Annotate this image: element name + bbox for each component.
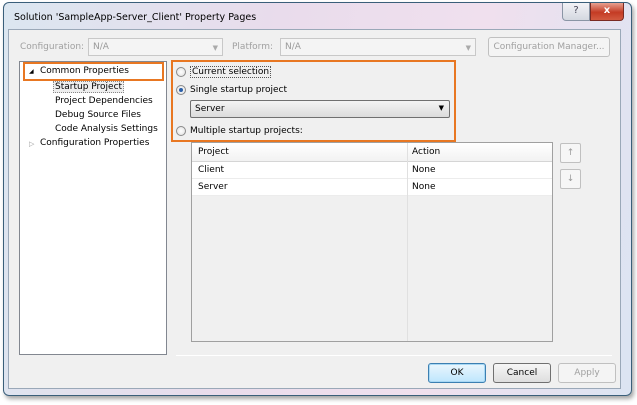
cancel-button[interactable]: Cancel — [493, 363, 551, 383]
single-startup-label: Single startup project — [190, 85, 288, 95]
single-startup-dropdown[interactable]: Server ▼ — [190, 100, 450, 118]
radio-selected-icon — [176, 85, 186, 95]
radio-icon — [176, 67, 186, 77]
ok-button[interactable]: OK — [428, 363, 486, 383]
platform-combo[interactable]: N/A ▼ — [280, 38, 476, 56]
startup-projects-table: Project Action Client None Server None — [191, 142, 553, 342]
configuration-label: Configuration: — [20, 42, 85, 52]
collapsed-triangle-icon[interactable]: ▷ — [29, 140, 34, 148]
tree-item-debug-source-files[interactable]: Debug Source Files — [55, 110, 141, 120]
single-startup-value: Server — [195, 104, 225, 114]
chevron-down-icon: ▼ — [212, 44, 218, 52]
chevron-down-icon: ▼ — [438, 104, 444, 112]
tree-item-code-analysis-settings[interactable]: Code Analysis Settings — [55, 124, 158, 134]
tree-item-configuration-properties[interactable]: Configuration Properties — [40, 138, 149, 148]
configuration-combo[interactable]: N/A ▼ — [88, 38, 223, 56]
platform-value: N/A — [285, 42, 301, 52]
help-button[interactable]: ? — [562, 3, 590, 21]
apply-button[interactable]: Apply — [558, 363, 616, 383]
radio-icon — [176, 126, 186, 136]
move-up-button[interactable]: ↑ — [560, 143, 581, 163]
expanded-triangle-icon[interactable]: ◢ — [29, 68, 34, 75]
current-selection-radio[interactable]: Current selection — [176, 66, 272, 78]
tree-item-project-dependencies[interactable]: Project Dependencies — [55, 96, 153, 106]
action-cell[interactable]: None — [412, 165, 435, 175]
column-header-project[interactable]: Project — [198, 147, 229, 157]
window-title: Solution 'SampleApp-Server_Client' Prope… — [14, 12, 257, 23]
table-row[interactable]: Client None — [192, 162, 552, 179]
tree-item-startup-project[interactable]: Startup Project — [53, 81, 125, 93]
close-button[interactable]: x — [590, 3, 624, 21]
table-row[interactable]: Server None — [192, 179, 552, 196]
action-cell[interactable]: None — [412, 182, 435, 192]
chevron-down-icon: ▼ — [465, 44, 471, 52]
table-header: Project Action — [192, 143, 552, 162]
multiple-startup-radio[interactable]: Multiple startup projects: — [176, 126, 303, 136]
project-cell: Client — [198, 165, 225, 175]
configuration-manager-button[interactable]: Configuration Manager... — [488, 37, 610, 57]
column-divider — [407, 143, 408, 341]
tree-item-common-properties[interactable]: Common Properties — [40, 66, 129, 76]
single-startup-radio[interactable]: Single startup project — [176, 85, 287, 95]
column-header-action[interactable]: Action — [412, 147, 440, 157]
property-tree[interactable]: ◢ Common Properties Startup Project Proj… — [19, 61, 167, 355]
current-selection-label: Current selection — [190, 66, 272, 78]
multiple-startup-label: Multiple startup projects: — [190, 126, 303, 136]
project-cell: Server — [198, 182, 228, 192]
configuration-value: N/A — [93, 42, 109, 52]
move-down-button[interactable]: ↓ — [560, 169, 581, 189]
platform-label: Platform: — [232, 42, 273, 52]
separator — [176, 355, 612, 356]
